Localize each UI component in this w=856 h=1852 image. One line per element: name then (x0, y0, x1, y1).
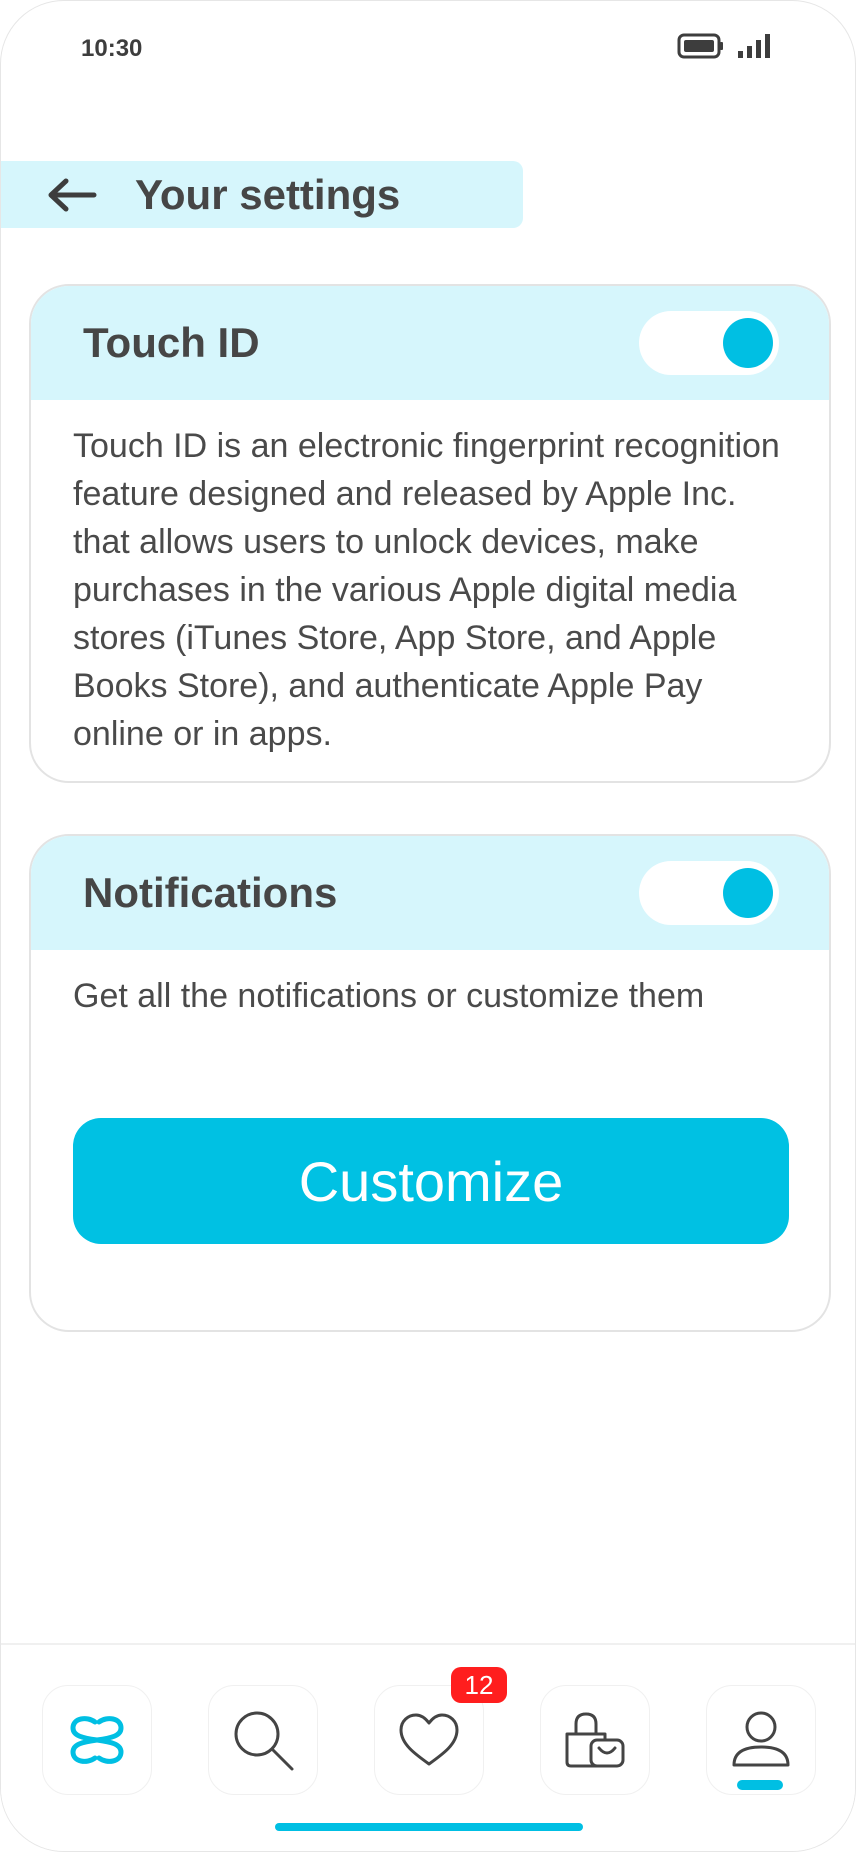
shopping-bag-icon (565, 1712, 625, 1768)
bottom-nav: 12 (1, 1643, 855, 1851)
active-tab-indicator (737, 1780, 783, 1790)
notifications-card: Notifications Get all the notifications … (29, 834, 831, 1332)
arrow-left-icon (48, 178, 97, 211)
header: Your settings (1, 161, 523, 228)
nav-bag[interactable] (540, 1685, 650, 1795)
status-bar: 10:30 (1, 1, 855, 97)
touch-id-description: Touch ID is an electronic fingerprint re… (73, 427, 780, 753)
nav-search[interactable] (208, 1685, 318, 1795)
status-icons (677, 33, 773, 59)
touch-id-title: Touch ID (83, 319, 260, 366)
notifications-title: Notifications (83, 869, 338, 916)
signal-icon (738, 34, 770, 58)
touch-id-card: Touch ID Touch ID is an electronic finge… (29, 284, 831, 783)
notifications-card-header: Notifications (31, 836, 829, 950)
nav-home[interactable] (42, 1685, 152, 1795)
touch-id-toggle[interactable] (639, 311, 779, 375)
back-button[interactable] (43, 170, 103, 220)
touch-id-card-header: Touch ID (31, 286, 829, 400)
logo-icon (70, 1716, 124, 1764)
nav-profile[interactable] (706, 1685, 816, 1795)
home-indicator[interactable] (275, 1823, 583, 1831)
customize-button[interactable]: Customize (73, 1118, 789, 1244)
search-icon (234, 1711, 294, 1771)
page-title: Your settings (135, 170, 401, 218)
toggle-knob (723, 318, 773, 368)
toggle-knob (723, 868, 773, 918)
favorites-badge: 12 (451, 1667, 507, 1703)
status-time: 10:30 (81, 35, 143, 62)
notifications-description: Get all the notifications or customize t… (73, 977, 705, 1015)
notifications-toggle[interactable] (639, 861, 779, 925)
phone-screen: 10:30 Your settings Touch ID Touch ID is… (0, 0, 856, 1852)
user-icon (732, 1711, 790, 1767)
heart-icon (399, 1713, 459, 1766)
battery-icon (677, 33, 723, 59)
